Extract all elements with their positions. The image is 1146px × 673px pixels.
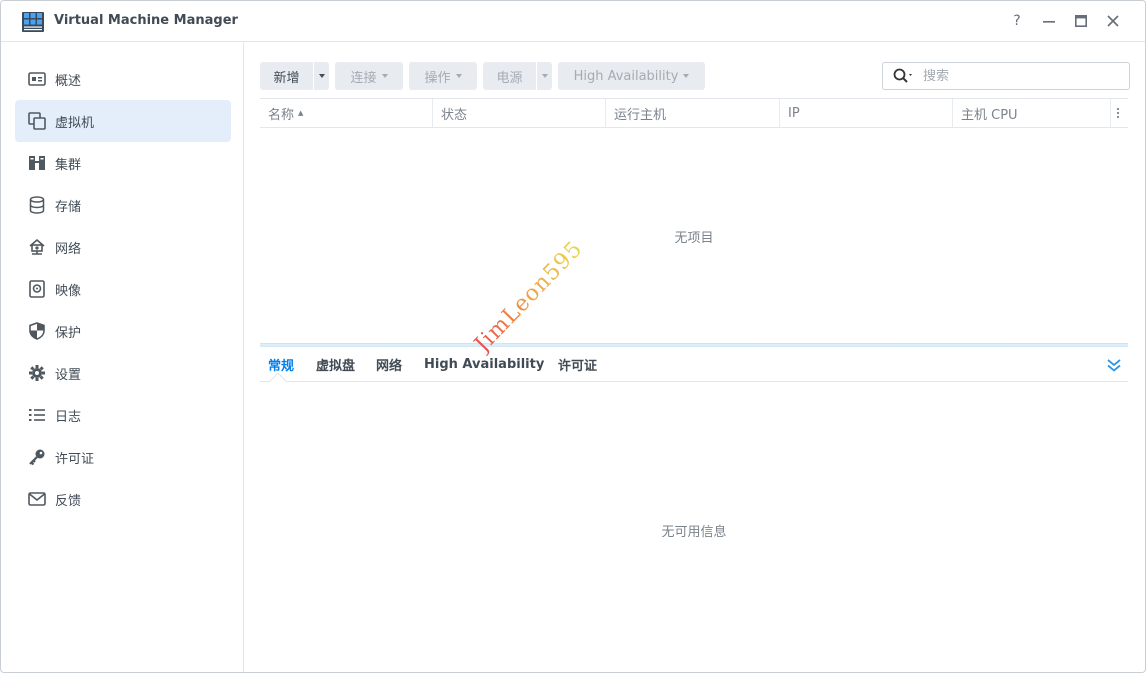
sidebar-item-label: 反馈 [55,493,82,509]
collapse-panel-icon[interactable] [1106,356,1122,374]
sidebar-item-log[interactable]: 日志 [15,394,231,436]
sidebar-item-settings[interactable]: 设置 [15,352,231,394]
create-button[interactable]: 新增 [260,62,313,90]
tab-virtual-disk[interactable]: 虚拟盘 [316,347,355,381]
power-dropdown-button[interactable] [537,62,552,90]
sort-ascending-icon: ▲ [298,109,304,117]
column-name[interactable]: 名称 ▲ [260,99,433,127]
create-dropdown-button[interactable] [314,62,329,90]
tab-label: 虚拟盘 [316,358,356,374]
sidebar-item-label: 虚拟机 [55,115,95,131]
action-button[interactable]: 操作 [409,62,477,90]
chevron-down-icon [455,74,462,78]
sidebar-item-label: 许可证 [55,451,95,467]
chevron-down-icon [683,74,690,78]
sidebar-item-overview[interactable]: 概述 [15,58,231,100]
chevron-down-icon [318,74,325,78]
sidebar-item-feedback[interactable]: 反馈 [15,478,231,520]
sidebar-item-image[interactable]: 映像 [15,268,231,310]
gear-icon [28,364,46,382]
close-icon[interactable] [1103,11,1123,31]
high-availability-button[interactable]: High Availability [558,62,705,90]
connect-button[interactable]: 连接 [335,62,403,90]
tab-license[interactable]: 许可证 [558,347,597,381]
sidebar-item-network[interactable]: 网络 [15,226,231,268]
mail-icon [28,490,46,508]
storage-icon [28,196,46,214]
vm-table-body: 无项目 [260,128,1128,344]
sidebar-item-label: 日志 [55,409,82,425]
column-label: 名称 [268,107,295,123]
power-button-label: 电源 [496,70,523,86]
column-host[interactable]: 运行主机 [606,99,780,127]
column-label: 运行主机 [614,107,667,123]
empty-list-text: 无项目 [674,230,714,246]
minimize-icon[interactable] [1039,11,1059,31]
sidebar-item-label: 存储 [55,199,82,215]
column-menu-icon[interactable] [1111,99,1128,127]
high-availability-button-label: High Availability [573,68,679,84]
toolbar: 新增 连接 操作 电源 High Availability [260,62,1130,90]
overview-icon [28,70,46,88]
chevron-down-icon [381,74,388,78]
tab-label: 网络 [376,358,403,374]
log-icon [28,406,46,424]
action-button-label: 操作 [424,70,451,86]
detail-body: 无可用信息 [260,382,1128,672]
create-button-label: 新增 [273,70,300,86]
tab-label: High Availability [424,356,545,372]
vm-icon [28,112,46,130]
sidebar-item-virtual-machine[interactable]: 虚拟机 [15,100,231,142]
column-label: IP [788,105,800,121]
app-logo-icon [22,12,44,32]
search-icon[interactable] [893,68,915,84]
sidebar-item-license[interactable]: 许可证 [15,436,231,478]
tab-label: 常规 [268,358,295,374]
search-input[interactable] [923,64,1113,88]
sidebar-item-label: 设置 [55,367,82,383]
app-window: Virtual Machine Manager ? 概述 虚拟机 集群 存储 网… [0,0,1146,673]
column-host-cpu[interactable]: 主机 CPU [953,99,1111,127]
image-icon [28,280,46,298]
main-panel: 新增 连接 操作 电源 High Availability 搜索 名称 ▲ 状态… [244,42,1145,672]
sidebar-item-storage[interactable]: 存储 [15,184,231,226]
cluster-icon [28,154,46,172]
sidebar-item-label: 网络 [55,241,82,257]
network-icon [28,238,46,256]
tab-network[interactable]: 网络 [376,347,402,381]
sidebar-item-cluster[interactable]: 集群 [15,142,231,184]
sidebar-item-protection[interactable]: 保护 [15,310,231,352]
tab-label: 许可证 [558,358,598,374]
sidebar-item-label: 集群 [55,157,82,173]
detail-tabs: 常规 虚拟盘 网络 High Availability 许可证 [260,347,1128,390]
search-box [882,62,1130,90]
vm-table-header: 名称 ▲ 状态 运行主机 IP 主机 CPU [260,98,1128,128]
shield-icon [28,322,46,340]
title-bar[interactable]: Virtual Machine Manager ? [1,1,1145,42]
connect-button-label: 连接 [350,70,377,86]
window-title: Virtual Machine Manager [54,13,238,28]
chevron-down-icon [541,74,548,78]
help-icon[interactable]: ? [1007,11,1027,31]
power-button[interactable]: 电源 [483,62,536,90]
sidebar-item-label: 映像 [55,283,82,299]
sidebar-item-label: 概述 [55,73,82,89]
empty-detail-text: 无可用信息 [661,524,727,540]
sidebar: 概述 虚拟机 集群 存储 网络 映像 保护 设置 日志 许可证 反馈 [1,42,244,672]
column-ip[interactable]: IP [780,99,953,127]
help-label: ? [1013,13,1021,29]
column-label: 状态 [441,107,468,123]
key-icon [28,448,46,466]
maximize-icon[interactable] [1071,11,1091,31]
column-label: 主机 CPU [961,107,1018,123]
column-status[interactable]: 状态 [433,99,606,127]
sidebar-item-label: 保护 [55,325,82,341]
